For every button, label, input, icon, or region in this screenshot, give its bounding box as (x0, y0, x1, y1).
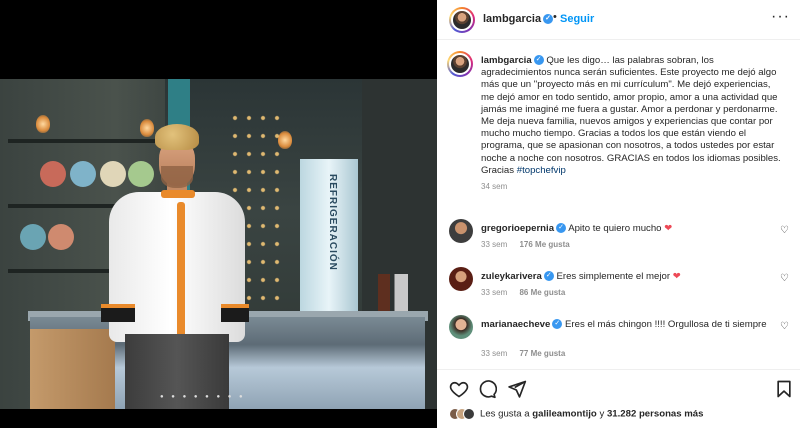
comment-likes[interactable]: 176 Me gusta (519, 240, 569, 249)
verified-icon: ✓ (543, 14, 554, 25)
comment-text: Eres simplemente el mejor (556, 271, 673, 282)
plate (48, 224, 74, 250)
carousel-dots: ● ● ● ● ● ● ● ● (160, 394, 246, 400)
heart-emoji: ❤ (672, 271, 681, 282)
like-comment-icon[interactable]: ♡ (780, 225, 790, 236)
more-options-icon[interactable]: ··· (771, 8, 790, 26)
author-username[interactable]: lambgarcia ✓ (483, 13, 554, 25)
like-comment-icon[interactable]: ♡ (780, 273, 790, 284)
separator-dot: • (553, 11, 557, 23)
bookmark-icon[interactable] (774, 379, 794, 399)
comment-text: Eres el más chingon !!!! Orgullosa de ti… (565, 319, 767, 330)
chef-hair (155, 124, 199, 150)
lamp (36, 115, 50, 133)
comment-time: 33 sem (481, 349, 508, 358)
verified-icon: ✓ (533, 55, 544, 66)
comment-likes[interactable]: 77 Me gusta (519, 349, 565, 358)
commenter-username[interactable]: gregorioepernia (481, 223, 554, 234)
caption-username[interactable]: lambgarcia (481, 55, 532, 66)
share-icon[interactable] (507, 379, 527, 399)
sleeve-right (221, 304, 249, 322)
chef-figure (95, 124, 255, 409)
comment-time: 33 sem (481, 288, 508, 297)
commenter-avatar[interactable] (449, 315, 473, 339)
likes-summary: Les gusta a galileamontijo y 31.282 pers… (449, 408, 703, 426)
follow-button[interactable]: Seguir (560, 13, 594, 25)
commenter-username[interactable]: zuleykarivera (481, 271, 542, 282)
plate (70, 161, 96, 187)
author-avatar[interactable] (449, 7, 475, 33)
caption-time: 34 sem (481, 182, 508, 192)
jacket-stripe (177, 202, 185, 340)
post-header: lambgarcia ✓ • Seguir ··· (437, 0, 800, 40)
likes-middle: y (596, 408, 607, 420)
verified-icon: ✓ (552, 319, 563, 330)
chef-beard (161, 166, 193, 188)
comment-meta: 33 sem 176 Me gusta (481, 240, 580, 249)
caption-text: Que les digo… las palabras sobran, los a… (481, 55, 781, 176)
post-media: REFRIGERACIÓN ● ● ● ● ● ● ● ● (0, 0, 437, 428)
comment-item: marianaecheve ✓ Eres el más chingon !!!! … (437, 315, 800, 365)
heart-emoji: ❤ (664, 223, 673, 234)
comment-time: 33 sem (481, 240, 508, 249)
sleeve-left (101, 304, 135, 322)
bottles (378, 274, 408, 314)
comment-meta: 33 sem 77 Me gusta (481, 349, 575, 358)
comment-item: gregorioepernia ✓ Apito te quiero mucho ❤… (437, 219, 800, 259)
comments-scroll[interactable]: lambgarcia ✓ Que les digo… las palabras s… (437, 41, 800, 367)
author-name[interactable]: lambgarcia (483, 13, 541, 25)
commenter-avatar[interactable] (449, 219, 473, 243)
comment-icon[interactable] (477, 379, 497, 399)
commenter-username[interactable]: marianaecheve (481, 319, 550, 330)
plate (40, 161, 66, 187)
verified-icon: ✓ (556, 223, 567, 234)
caption-author-avatar[interactable] (447, 51, 473, 77)
caption: lambgarcia ✓ Que les digo… las palabras s… (481, 55, 786, 191)
comment-text: Apito te quiero mucho (568, 223, 665, 234)
like-comment-icon[interactable]: ♡ (780, 321, 790, 332)
post-panel: lambgarcia ✓ • Seguir ··· lambgarcia ✓ Que… (437, 0, 800, 428)
jacket-collar (161, 190, 195, 198)
likes-count[interactable]: 31.282 personas más (607, 409, 704, 420)
commenter-avatar[interactable] (449, 267, 473, 291)
plate (20, 224, 46, 250)
comment-item: zuleykarivera ✓ Eres simplemente el mejor… (437, 267, 800, 307)
liker-avatar (463, 408, 475, 420)
post-photo[interactable]: REFRIGERACIÓN (0, 79, 437, 409)
comment-likes[interactable]: 86 Me gusta (519, 288, 565, 297)
action-bar (437, 369, 800, 405)
liker-username[interactable]: galileamontijo (532, 409, 597, 420)
likes-prefix: Les gusta a (480, 408, 533, 420)
verified-icon: ✓ (543, 271, 554, 282)
comment-meta: 33 sem 86 Me gusta (481, 288, 575, 297)
hashtag-link[interactable]: #topchefvip (517, 165, 566, 176)
heart-icon[interactable] (449, 379, 469, 399)
